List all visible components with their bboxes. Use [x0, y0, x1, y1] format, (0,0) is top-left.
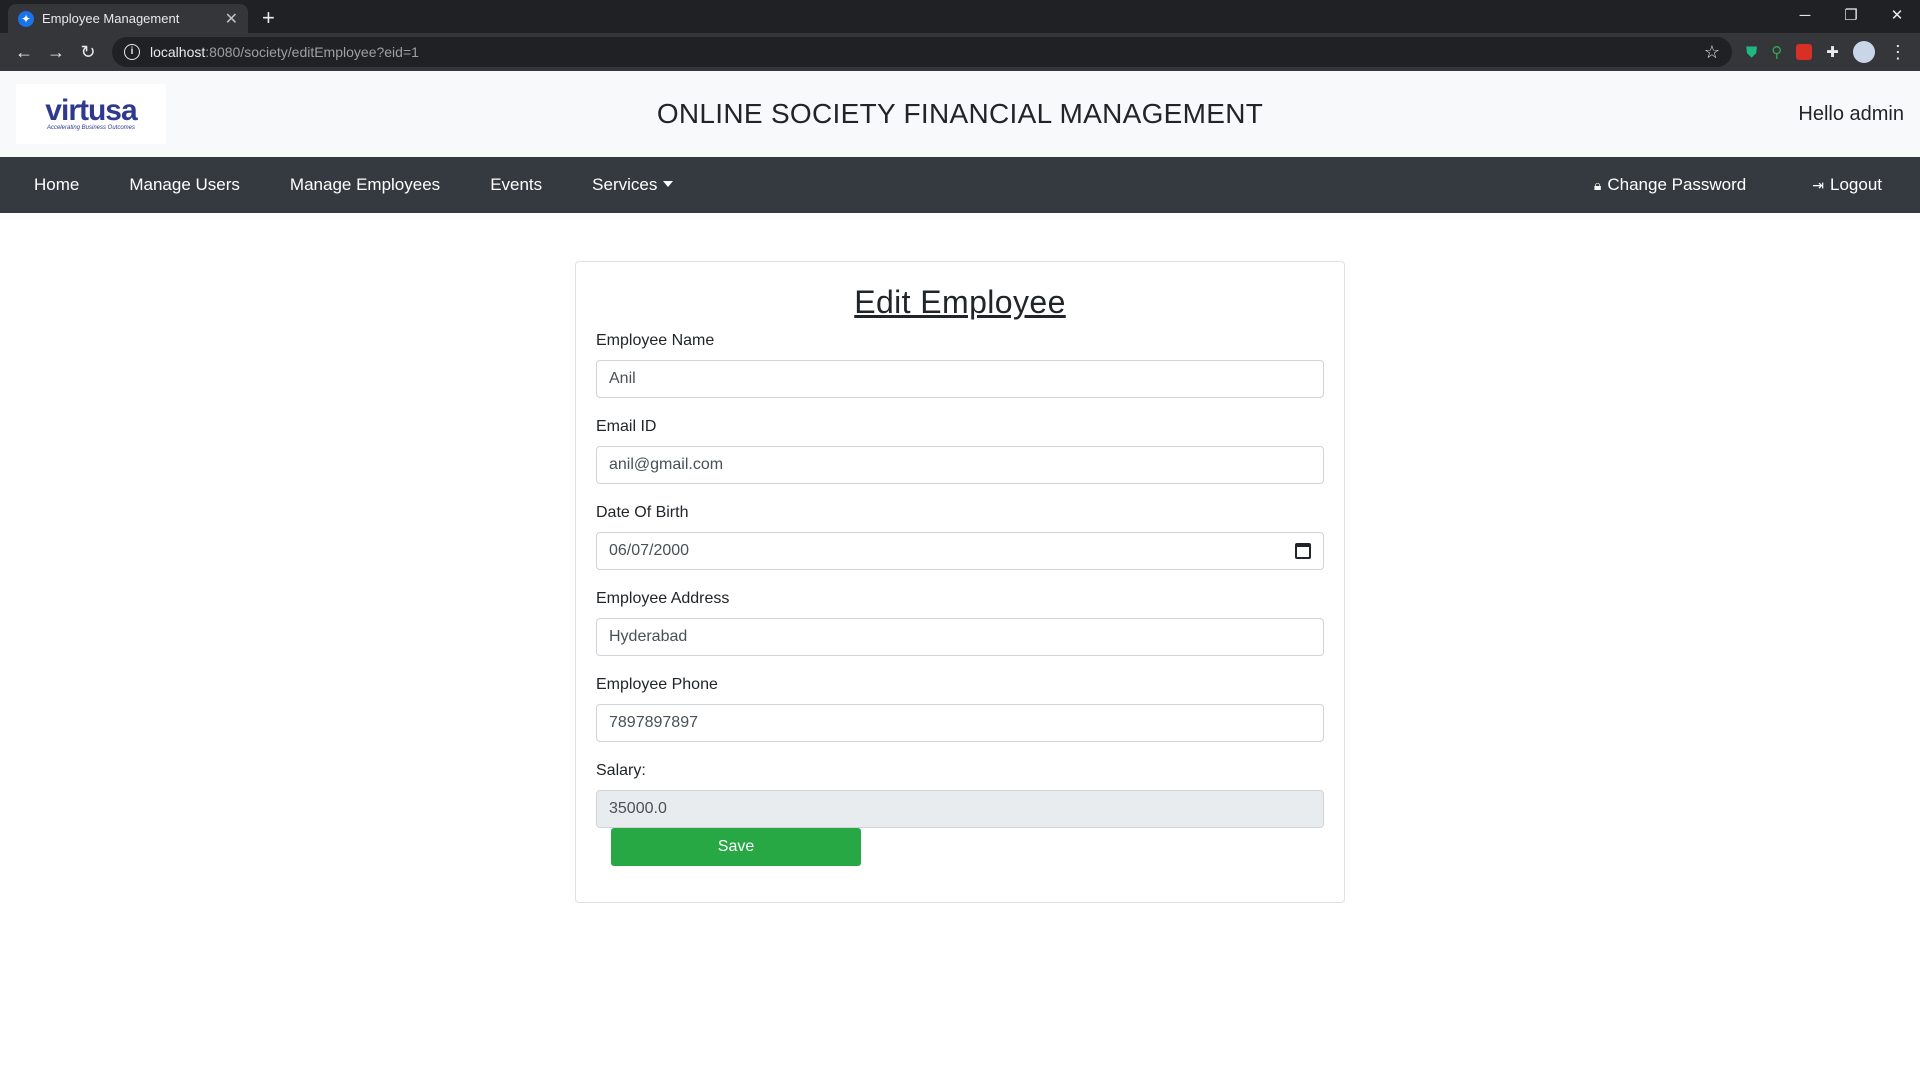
logout-link[interactable]: ⇥ Logout — [1796, 175, 1898, 195]
email-label: Email ID — [596, 418, 657, 435]
dob-input[interactable]: 06/07/2000 — [596, 532, 1324, 570]
page-title: Edit Employee — [854, 284, 1066, 320]
close-tab-icon[interactable]: ✕ — [225, 9, 238, 29]
dob-value: 06/07/2000 — [609, 542, 690, 559]
address-label: Employee Address — [596, 590, 730, 607]
nav-manage-users[interactable]: Manage Users — [113, 175, 256, 195]
nav-services-label: Services — [592, 175, 658, 194]
key-extension-icon[interactable]: ⚲ — [1771, 43, 1782, 61]
lock-icon: 🔒︎ — [1593, 177, 1602, 193]
employee-name-input[interactable]: Anil — [596, 360, 1324, 398]
salary-group: Salary: 35000.0 — [596, 762, 1324, 828]
profile-avatar[interactable] — [1852, 41, 1875, 63]
url-host: localhost — [150, 44, 206, 60]
nav-services-dropdown[interactable]: Services — [576, 175, 689, 195]
phone-label: Employee Phone — [596, 676, 718, 693]
employee-name-label: Employee Name — [596, 332, 715, 349]
logout-icon: ⇥ — [1812, 177, 1824, 193]
close-window-icon[interactable]: ✕ — [1874, 0, 1920, 30]
bookmark-star-icon[interactable]: ☆ — [1704, 42, 1720, 63]
extensions-area: ⛊ ⚲ ✚ ⋮ — [1746, 41, 1907, 63]
salary-input: 35000.0 — [596, 790, 1324, 828]
address-bar[interactable]: i localhost:8080/society/editEmployee?ei… — [112, 37, 1732, 67]
phone-input[interactable]: 7897897897 — [596, 704, 1324, 742]
puzzle-extensions-icon[interactable]: ✚ — [1826, 43, 1839, 61]
nav-right-group: 🔒︎ Change Password ⇥ Logout — [1578, 175, 1898, 195]
url-path: :8080/society/editEmployee?eid=1 — [205, 44, 419, 60]
dob-label: Date Of Birth — [596, 504, 689, 521]
change-password-link[interactable]: 🔒︎ Change Password — [1578, 175, 1762, 195]
browser-tab[interactable]: ✦ Employee Management ✕ — [8, 4, 248, 33]
window-controls: ─ ❐ ✕ — [1782, 0, 1920, 30]
nav-events[interactable]: Events — [474, 175, 558, 195]
email-group: Email ID anil@gmail.com — [596, 418, 1324, 484]
page-header: virtusa Accelerating Business Outcomes O… — [0, 71, 1920, 157]
chevron-down-icon — [663, 181, 674, 187]
logout-label: Logout — [1830, 175, 1882, 194]
nav-home[interactable]: Home — [18, 175, 95, 195]
new-tab-icon[interactable]: + — [262, 4, 275, 33]
user-greeting: Hello admin — [1798, 102, 1904, 125]
nav-manage-employees[interactable]: Manage Employees — [274, 175, 456, 195]
site-title: ONLINE SOCIETY FINANCIAL MANAGEMENT — [656, 98, 1264, 129]
calendar-icon[interactable] — [1295, 543, 1311, 559]
red-extension-icon[interactable] — [1796, 44, 1813, 60]
minimize-icon[interactable]: ─ — [1782, 0, 1828, 30]
browser-tab-bar: ✦ Employee Management ✕ + ─ ❐ ✕ — [0, 0, 1920, 33]
employee-name-group: Employee Name Anil — [596, 332, 1324, 398]
reload-icon[interactable]: ↻ — [72, 42, 104, 63]
main-navbar: Home Manage Users Manage Employees Event… — [0, 157, 1920, 213]
salary-label: Salary: — [596, 762, 646, 779]
site-favicon-icon: ✦ — [18, 10, 34, 27]
restore-icon[interactable]: ❐ — [1828, 0, 1874, 30]
site-info-icon[interactable]: i — [124, 44, 140, 60]
edit-employee-card: Edit Employee Employee Name Anil Email I… — [575, 261, 1345, 903]
change-password-label: Change Password — [1607, 175, 1747, 194]
browser-toolbar: ← → ↻ i localhost:8080/society/editEmplo… — [0, 33, 1920, 71]
address-group: Employee Address Hyderabad — [596, 590, 1324, 656]
tab-title: Employee Management — [42, 11, 180, 26]
email-input[interactable]: anil@gmail.com — [596, 446, 1324, 484]
dob-group: Date Of Birth 06/07/2000 — [596, 504, 1324, 570]
shield-extension-icon[interactable]: ⛊ — [1746, 44, 1757, 61]
save-button[interactable]: Save — [611, 828, 861, 866]
back-icon[interactable]: ← — [8, 42, 40, 63]
address-input[interactable]: Hyderabad — [596, 618, 1324, 656]
browser-menu-icon[interactable]: ⋮ — [1889, 42, 1907, 63]
forward-icon[interactable]: → — [40, 42, 72, 63]
phone-group: Employee Phone 7897897897 — [596, 676, 1324, 742]
